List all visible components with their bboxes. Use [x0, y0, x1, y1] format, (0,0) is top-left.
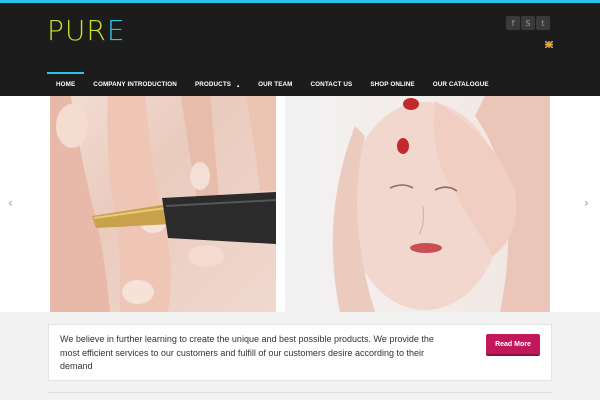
site-logo[interactable]: PUR E: [47, 16, 126, 46]
facebook-icon[interactable]: f: [506, 16, 520, 30]
skype-icon[interactable]: S: [521, 16, 535, 30]
nav-item-products[interactable]: PRODUCTS ▲: [186, 72, 249, 96]
nail-care-photo: [50, 96, 276, 312]
divider: [48, 392, 552, 393]
nav-item-contact-us[interactable]: CONTACT US: [302, 72, 362, 96]
logo-text: PUR: [47, 14, 107, 47]
uk-flag-icon[interactable]: [545, 41, 553, 48]
nav-item-home[interactable]: HOME: [47, 72, 85, 96]
slider-next-arrow-icon[interactable]: ›: [584, 197, 589, 209]
nav-item-shop-online[interactable]: SHOP ONLINE: [361, 72, 423, 96]
twitter-icon[interactable]: t: [536, 16, 550, 30]
slider-prev-arrow-icon[interactable]: ‹: [8, 197, 13, 209]
nav-item-our-team[interactable]: OUR TEAM: [249, 72, 301, 96]
nav-item-our-catalogue[interactable]: OUR CATALOGUE: [424, 72, 498, 96]
main-nav: HOME COMPANY INTRODUCTION PRODUCTS ▲ OUR …: [47, 72, 498, 96]
headache-woman-photo: [285, 96, 550, 312]
nav-item-company-introduction[interactable]: COMPANY INTRODUCTION: [84, 72, 186, 96]
caret-icon: ▲: [236, 83, 241, 88]
read-more-button[interactable]: Read More: [486, 334, 540, 356]
info-text: We believe in further learning to create…: [60, 334, 434, 371]
logo-accent-text: E: [106, 14, 126, 47]
